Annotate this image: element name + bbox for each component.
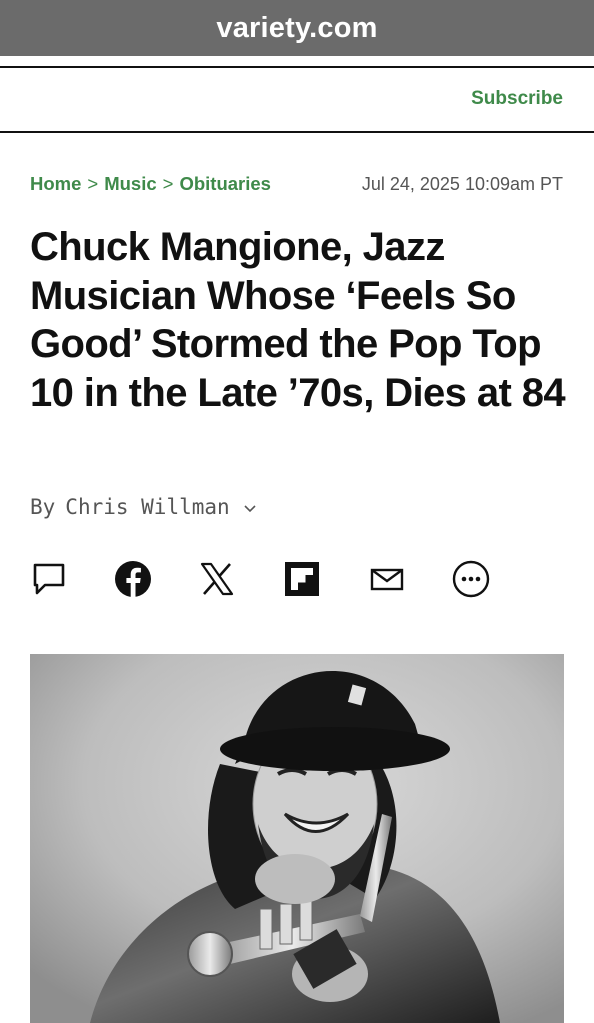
article-headline: Chuck Mangione, Jazz Musician Whose ‘Fee… — [30, 225, 566, 415]
publish-date: Jul 24, 2025 10:09am PT — [361, 174, 563, 194]
browser-url-bar[interactable]: variety.com — [0, 0, 594, 56]
byline[interactable]: By Chris Willman — [30, 495, 256, 519]
header-bottom-rule — [0, 131, 594, 133]
more-icon[interactable] — [452, 560, 490, 598]
chevron-down-icon[interactable] — [244, 498, 256, 517]
breadcrumb-separator: > — [162, 173, 174, 194]
author-name[interactable]: Chris Willman — [65, 495, 229, 519]
share-toolbar — [30, 560, 570, 600]
byline-prefix: By — [30, 495, 56, 519]
breadcrumb-obituaries[interactable]: Obituaries — [179, 173, 271, 195]
email-icon[interactable] — [368, 560, 406, 598]
hero-image[interactable] — [30, 654, 564, 1023]
url-text[interactable]: variety.com — [216, 12, 377, 45]
comment-icon[interactable] — [30, 560, 68, 598]
x-icon[interactable] — [198, 560, 236, 598]
subscribe-link[interactable]: Subscribe — [471, 88, 563, 110]
breadcrumb-separator: > — [87, 173, 99, 194]
breadcrumb-music[interactable]: Music — [104, 173, 156, 195]
photo-of-musician-with-flugelhorn — [30, 654, 564, 1023]
flipboard-icon[interactable] — [283, 560, 321, 598]
breadcrumb-home[interactable]: Home — [30, 173, 81, 195]
facebook-icon[interactable] — [114, 560, 152, 598]
breadcrumb: Home > Music > Obituaries — [30, 173, 271, 195]
header-top-rule — [0, 66, 594, 68]
